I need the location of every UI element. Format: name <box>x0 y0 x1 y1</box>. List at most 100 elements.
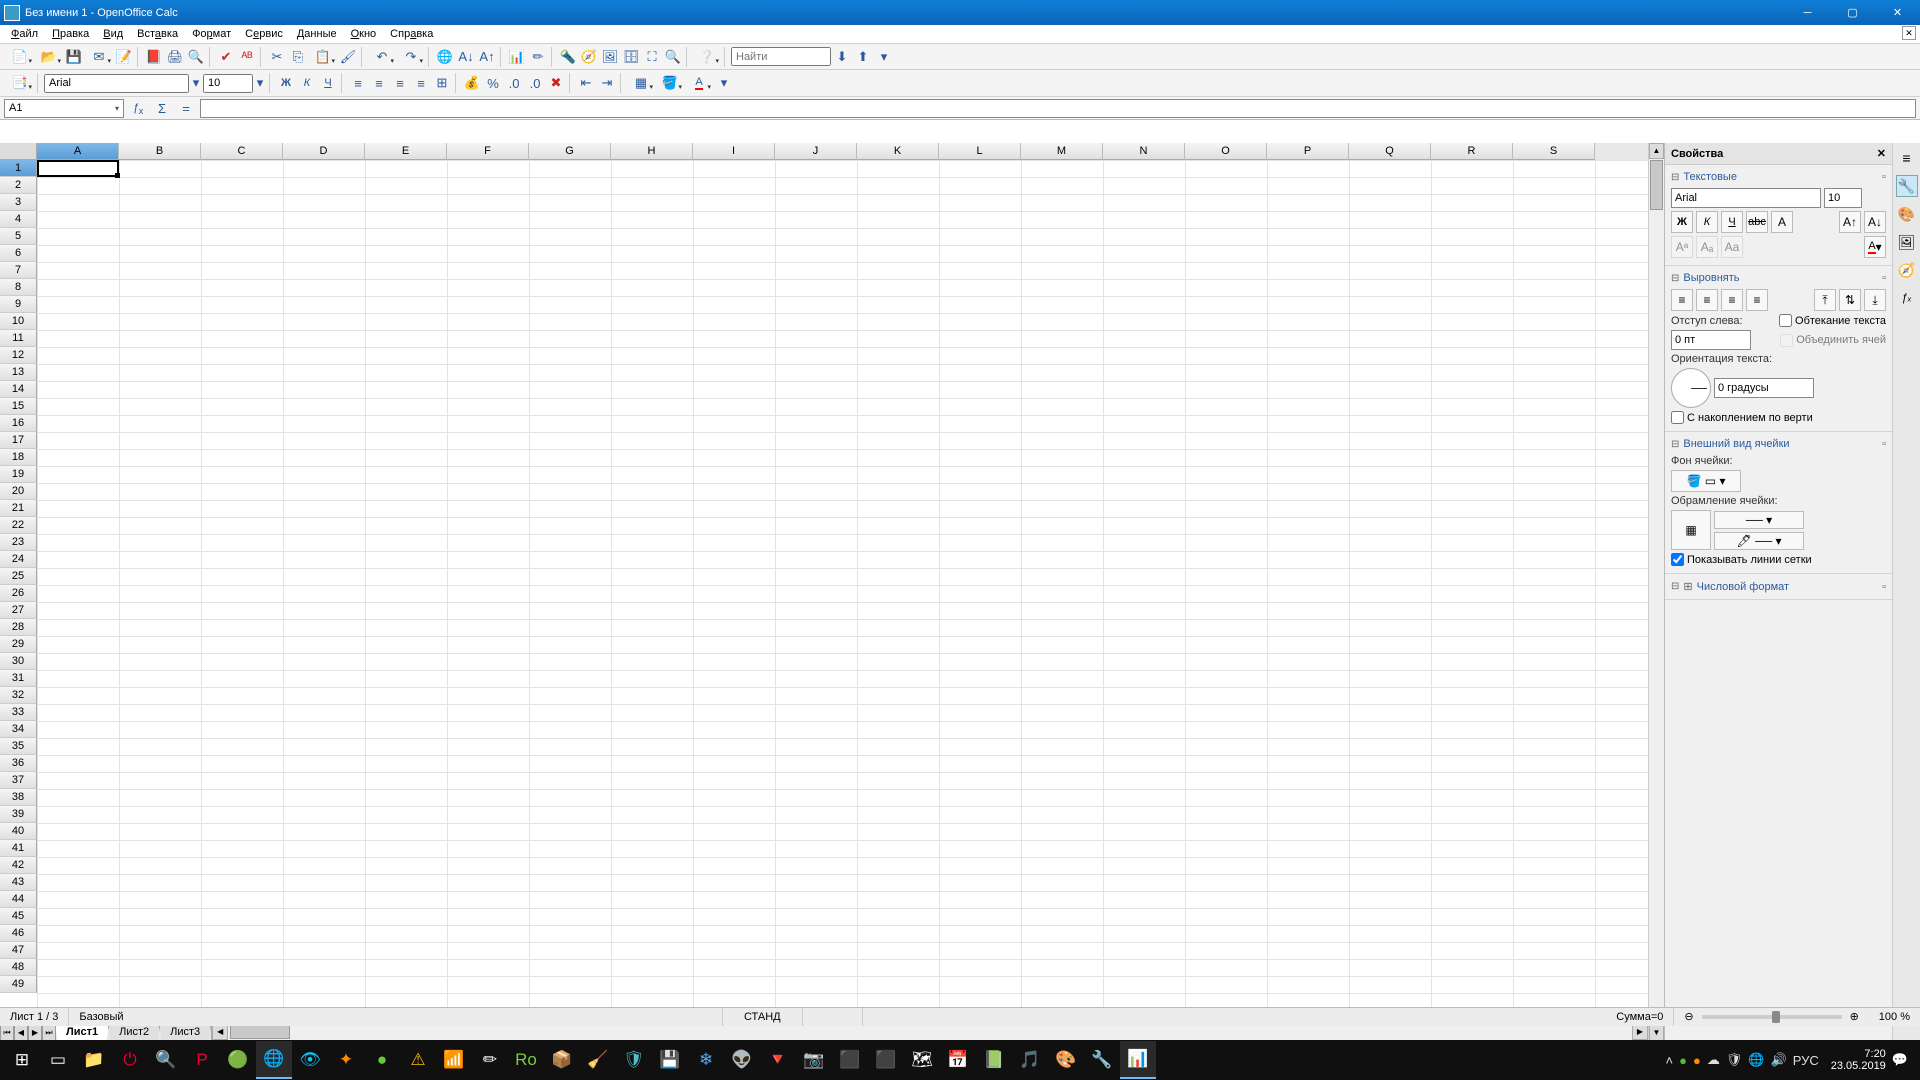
deck-properties-icon[interactable]: 🔧 <box>1896 175 1918 197</box>
find-next-button[interactable]: ⬇ <box>832 47 852 67</box>
show-draw-button[interactable]: ✏ <box>528 47 548 67</box>
row-header[interactable]: 36 <box>0 755 37 772</box>
fullscreen-button[interactable]: ⛶ <box>642 47 662 67</box>
row-header[interactable]: 41 <box>0 840 37 857</box>
tray-volume-icon[interactable]: 🔊 <box>1771 1052 1787 1068</box>
currency-button[interactable]: 💰 <box>462 73 482 93</box>
email-button[interactable]: ✉ <box>85 47 113 67</box>
zoom-in-icon[interactable]: ⊕ <box>1850 1008 1859 1027</box>
tray-notifications-icon[interactable]: 💬 <box>1892 1052 1908 1068</box>
app-icon-23[interactable]: 🗺 <box>904 1041 940 1079</box>
font-size-dropdown[interactable]: ▾ <box>254 73 266 93</box>
row-header[interactable]: 33 <box>0 704 37 721</box>
tab-prev-button[interactable]: ◀ <box>14 1025 28 1041</box>
border-style[interactable]: ── ▾ <box>1714 511 1804 529</box>
sheet-tab-3[interactable]: Лист3 <box>159 1024 211 1041</box>
vertical-scrollbar[interactable]: ▲ ▼ <box>1648 143 1664 1041</box>
status-sum[interactable]: Сумма=0 <box>863 1008 1675 1026</box>
deck-menu-icon[interactable]: ≡ <box>1896 147 1918 169</box>
row-header[interactable]: 30 <box>0 653 37 670</box>
column-header[interactable]: B <box>119 143 201 160</box>
tray-network-icon[interactable]: 🌐 <box>1748 1052 1764 1068</box>
row-header[interactable]: 46 <box>0 925 37 942</box>
app-icon-7[interactable]: ✦ <box>328 1041 364 1079</box>
app-icon-4[interactable]: 🟢 <box>220 1041 256 1079</box>
row-header[interactable]: 34 <box>0 721 37 738</box>
tray-icon-4[interactable]: 🛡 <box>1726 1052 1743 1068</box>
row-header[interactable]: 37 <box>0 772 37 789</box>
row-header[interactable]: 13 <box>0 364 37 381</box>
copy-button[interactable]: ⎘ <box>288 47 308 67</box>
app-icon-5[interactable]: 🌐 <box>256 1041 292 1079</box>
panel-number-title[interactable]: ⊞Числовой формат▫ <box>1671 578 1886 595</box>
status-sheet[interactable]: Лист 1 / 3 <box>0 1008 69 1026</box>
side-align-justify[interactable]: ≡ <box>1746 289 1768 311</box>
app-icon-14[interactable]: 🧹 <box>580 1041 616 1079</box>
column-header[interactable]: P <box>1267 143 1349 160</box>
toolbar-options-button[interactable]: ▾ <box>714 73 734 93</box>
sidebar-close-button[interactable]: ✕ <box>1877 147 1886 160</box>
app-icon-20[interactable]: 📷 <box>796 1041 832 1079</box>
row-header[interactable]: 21 <box>0 500 37 517</box>
status-mode[interactable]: СТАНД <box>723 1008 803 1026</box>
function-button[interactable]: = <box>176 98 196 118</box>
sort-desc-button[interactable]: A↑ <box>477 47 497 67</box>
spellcheck-button[interactable]: ✔ <box>216 47 236 67</box>
app-icon-16[interactable]: 💾 <box>652 1041 688 1079</box>
tray-lang[interactable]: РУС <box>1793 1053 1819 1068</box>
menu-edit[interactable]: Правка <box>45 27 96 41</box>
row-header[interactable]: 8 <box>0 279 37 296</box>
underline-button[interactable]: Ч <box>318 73 338 93</box>
side-valign-top[interactable]: ⤒ <box>1814 289 1836 311</box>
maximize-button[interactable]: ▢ <box>1830 0 1875 25</box>
row-header[interactable]: 11 <box>0 330 37 347</box>
row-header[interactable]: 9 <box>0 296 37 313</box>
align-justify-button[interactable]: ≡ <box>411 73 431 93</box>
app-icon-22[interactable]: ⬛ <box>868 1041 904 1079</box>
row-header[interactable]: 14 <box>0 381 37 398</box>
row-header[interactable]: 6 <box>0 245 37 262</box>
row-header[interactable]: 47 <box>0 942 37 959</box>
row-header[interactable]: 18 <box>0 449 37 466</box>
new-doc-button[interactable]: 📄 <box>6 47 34 67</box>
function-wizard-button[interactable]: ƒₓ <box>128 98 148 118</box>
orientation-input[interactable] <box>1714 378 1814 398</box>
side-font-name[interactable] <box>1671 188 1821 208</box>
app-icon-15[interactable]: 🛡 <box>616 1041 652 1079</box>
row-header[interactable]: 3 <box>0 194 37 211</box>
app-icon-6[interactable]: 👁 <box>292 1041 328 1079</box>
font-name-dropdown[interactable]: ▾ <box>190 73 202 93</box>
row-header[interactable]: 32 <box>0 687 37 704</box>
zoom-button[interactable]: 🔍 <box>663 47 683 67</box>
help-button[interactable]: ❔ <box>693 47 721 67</box>
export-pdf-button[interactable]: 📕 <box>144 47 164 67</box>
row-header[interactable]: 42 <box>0 857 37 874</box>
print-preview-button[interactable]: 🔍 <box>186 47 206 67</box>
row-header[interactable]: 24 <box>0 551 37 568</box>
row-header[interactable]: 35 <box>0 738 37 755</box>
side-font-size[interactable] <box>1824 188 1862 208</box>
system-clock[interactable]: 7:20 23.05.2019 <box>1831 1048 1886 1072</box>
app-icon-18[interactable]: 👽 <box>724 1041 760 1079</box>
column-header[interactable]: G <box>529 143 611 160</box>
show-grid-checkbox[interactable]: Показывать линии сетки <box>1671 553 1812 566</box>
find-replace-button[interactable]: 🔦 <box>558 47 578 67</box>
app-icon-9[interactable]: ⚠ <box>400 1041 436 1079</box>
menu-view[interactable]: Вид <box>96 27 130 41</box>
column-header[interactable]: A <box>37 143 119 160</box>
styles-button[interactable]: 📑 <box>6 73 34 93</box>
tab-first-button[interactable]: ⏮ <box>0 1025 14 1041</box>
row-header[interactable]: 5 <box>0 228 37 245</box>
decrease-indent-button[interactable]: ⇤ <box>576 73 596 93</box>
align-right-button[interactable]: ≡ <box>390 73 410 93</box>
column-header[interactable]: Q <box>1349 143 1431 160</box>
menu-help[interactable]: Справка <box>383 27 440 41</box>
row-header[interactable]: 29 <box>0 636 37 653</box>
horizontal-scrollbar[interactable]: ◀ ▶ <box>211 1024 1648 1041</box>
row-header[interactable]: 4 <box>0 211 37 228</box>
column-header[interactable]: H <box>611 143 693 160</box>
column-header[interactable]: E <box>365 143 447 160</box>
borders-button[interactable]: ▦ <box>627 73 655 93</box>
side-fontcolor-button[interactable]: A▾ <box>1864 236 1886 258</box>
row-header[interactable]: 12 <box>0 347 37 364</box>
